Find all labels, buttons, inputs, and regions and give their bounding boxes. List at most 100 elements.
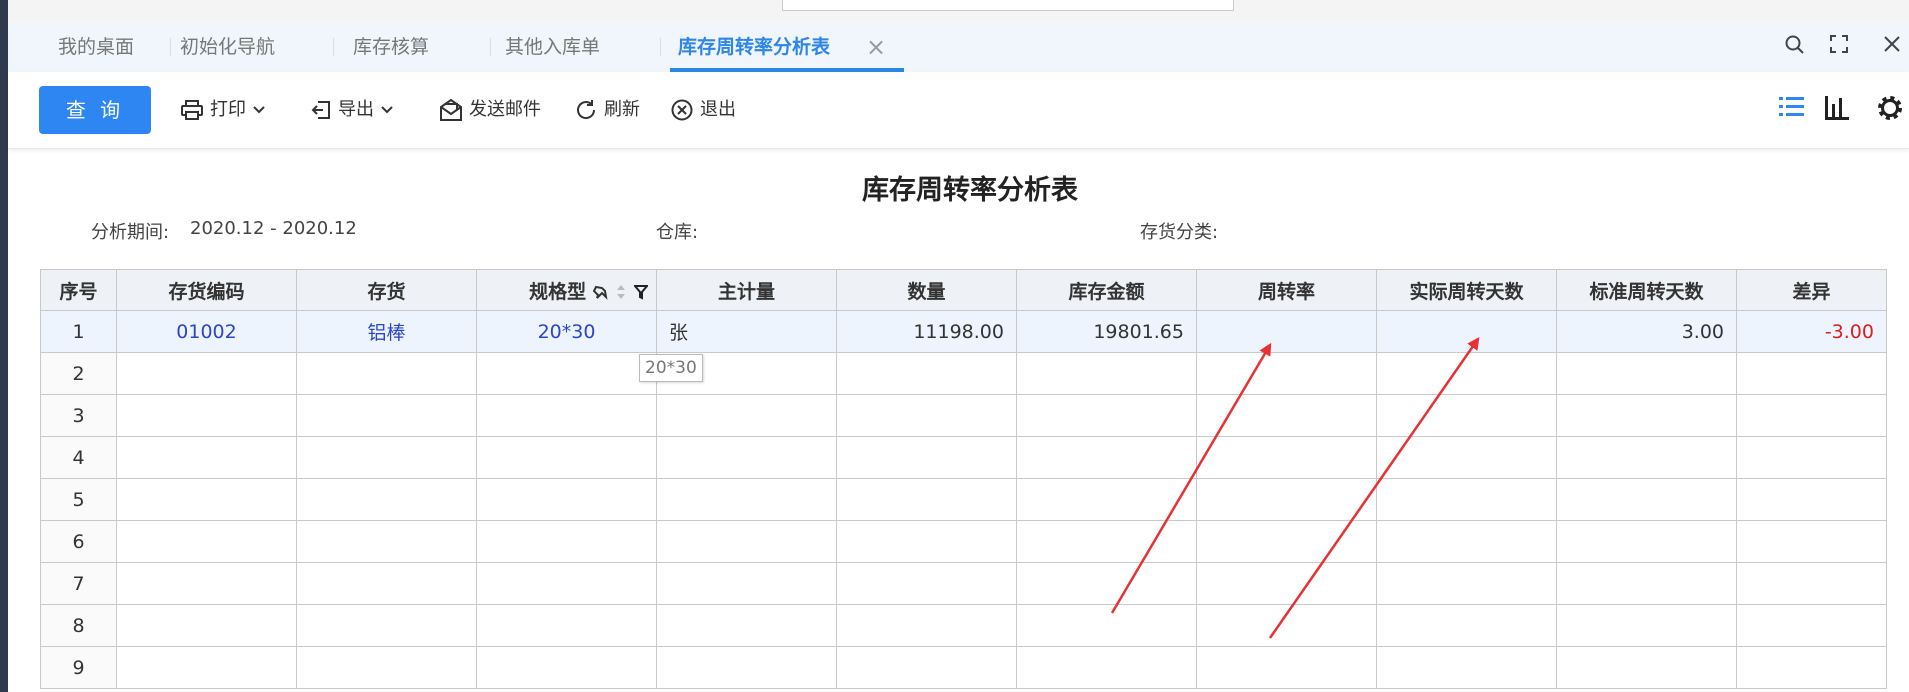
close-window-icon[interactable] <box>1878 34 1906 62</box>
cell-actual-days[interactable] <box>1376 604 1557 647</box>
cell-actual-days[interactable] <box>1376 436 1557 479</box>
cell-turnover[interactable] <box>1196 352 1377 395</box>
cell-std-days[interactable] <box>1556 352 1737 395</box>
cell-std-days[interactable] <box>1556 646 1737 689</box>
cell-seq[interactable]: 6 <box>40 520 117 563</box>
cell-code[interactable] <box>116 436 297 479</box>
cell-diff[interactable] <box>1736 646 1887 689</box>
cell-std-days[interactable]: 3.00 <box>1556 310 1737 353</box>
cell-seq[interactable]: 3 <box>40 394 117 437</box>
cell-unit[interactable] <box>656 604 837 647</box>
cell-diff[interactable]: -3.00 <box>1736 310 1887 353</box>
cell-spec[interactable] <box>476 604 657 647</box>
cell-item[interactable] <box>296 604 477 647</box>
cell-turnover[interactable] <box>1196 436 1377 479</box>
list-view-icon[interactable] <box>1777 92 1807 126</box>
print-button[interactable]: 打印 <box>180 96 272 124</box>
tab-desktop[interactable]: 我的桌面 <box>58 22 134 72</box>
cell-turnover[interactable] <box>1196 478 1377 521</box>
cell-diff[interactable] <box>1736 436 1887 479</box>
cell-diff[interactable] <box>1736 562 1887 605</box>
table-row[interactable]: 6 <box>40 520 1887 563</box>
cell-qty[interactable] <box>836 520 1017 563</box>
table-row[interactable]: 8 <box>40 604 1887 647</box>
send-mail-button[interactable]: 发送邮件 <box>439 96 541 124</box>
cell-item[interactable] <box>296 520 477 563</box>
table-row[interactable]: 1 01002 铝棒 20*30 张 11198.00 19801.65 3.00 -3.00 <box>40 310 1887 353</box>
col-header-item[interactable]: 存货 <box>296 269 477 311</box>
cell-seq[interactable]: 9 <box>40 646 117 689</box>
tab-turnover-report[interactable]: 库存周转率分析表 <box>678 22 830 72</box>
cell-spec[interactable] <box>476 436 657 479</box>
cell-amount[interactable] <box>1016 646 1197 689</box>
cell-diff[interactable] <box>1736 604 1887 647</box>
cell-item[interactable] <box>296 436 477 479</box>
cell-qty[interactable] <box>836 562 1017 605</box>
cell-std-days[interactable] <box>1556 604 1737 647</box>
query-button[interactable]: 查 询 <box>39 86 151 134</box>
cell-actual-days[interactable] <box>1376 478 1557 521</box>
col-header-diff[interactable]: 差异 <box>1736 269 1887 311</box>
cell-code[interactable] <box>116 394 297 437</box>
cell-seq[interactable]: 5 <box>40 478 117 521</box>
table-row[interactable]: 3 <box>40 394 1887 437</box>
cell-code[interactable]: 01002 <box>116 310 297 353</box>
cell-turnover[interactable] <box>1196 562 1377 605</box>
cell-qty[interactable] <box>836 604 1017 647</box>
cell-actual-days[interactable] <box>1376 562 1557 605</box>
table-row[interactable]: 5 <box>40 478 1887 521</box>
cell-amount[interactable] <box>1016 352 1197 395</box>
cell-unit[interactable] <box>656 394 837 437</box>
cell-turnover[interactable] <box>1196 646 1377 689</box>
fullscreen-icon[interactable] <box>1825 34 1853 62</box>
cell-amount[interactable]: 19801.65 <box>1016 310 1197 353</box>
pin-icon[interactable] <box>592 284 609 300</box>
col-header-std-days[interactable]: 标准周转天数 <box>1556 269 1737 311</box>
cell-unit[interactable] <box>656 478 837 521</box>
cell-code[interactable] <box>116 646 297 689</box>
cell-unit[interactable] <box>656 646 837 689</box>
cell-seq[interactable]: 7 <box>40 562 117 605</box>
cell-qty[interactable]: 11198.00 <box>836 310 1017 353</box>
bar-chart-icon[interactable] <box>1822 92 1852 126</box>
cell-qty[interactable] <box>836 352 1017 395</box>
cell-turnover[interactable] <box>1196 520 1377 563</box>
cell-seq[interactable]: 2 <box>40 352 117 395</box>
cell-diff[interactable] <box>1736 520 1887 563</box>
cell-amount[interactable] <box>1016 520 1197 563</box>
cell-code[interactable] <box>116 478 297 521</box>
cell-amount[interactable] <box>1016 436 1197 479</box>
cell-seq[interactable]: 8 <box>40 604 117 647</box>
col-header-spec[interactable]: 规格型 <box>476 269 657 311</box>
col-header-seq[interactable]: 序号 <box>40 269 117 311</box>
cell-seq[interactable]: 4 <box>40 436 117 479</box>
cell-amount[interactable] <box>1016 394 1197 437</box>
cell-spec[interactable] <box>476 520 657 563</box>
cell-spec[interactable] <box>476 352 657 395</box>
cell-std-days[interactable] <box>1556 394 1737 437</box>
tab-close-icon[interactable]: × <box>866 32 886 62</box>
tab-inventory-accounting[interactable]: 库存核算 <box>353 22 429 72</box>
cell-code[interactable] <box>116 520 297 563</box>
cell-qty[interactable] <box>836 646 1017 689</box>
cell-std-days[interactable] <box>1556 520 1737 563</box>
table-row[interactable]: 2 <box>40 352 1887 395</box>
cell-code[interactable] <box>116 352 297 395</box>
cell-spec[interactable] <box>476 646 657 689</box>
cell-turnover[interactable] <box>1196 394 1377 437</box>
cell-amount[interactable] <box>1016 604 1197 647</box>
cell-unit[interactable]: 张 <box>656 310 837 353</box>
cell-item[interactable] <box>296 394 477 437</box>
cell-qty[interactable] <box>836 478 1017 521</box>
search-icon[interactable] <box>1781 34 1809 62</box>
cell-unit[interactable] <box>656 562 837 605</box>
cell-spec[interactable] <box>476 394 657 437</box>
table-row[interactable]: 4 <box>40 436 1887 479</box>
cell-actual-days[interactable] <box>1376 310 1557 353</box>
cell-qty[interactable] <box>836 394 1017 437</box>
cell-actual-days[interactable] <box>1376 352 1557 395</box>
col-header-turnover[interactable]: 周转率 <box>1196 269 1377 311</box>
exit-button[interactable]: 退出 <box>670 96 736 124</box>
cell-spec[interactable]: 20*30 <box>476 310 657 353</box>
cell-std-days[interactable] <box>1556 436 1737 479</box>
